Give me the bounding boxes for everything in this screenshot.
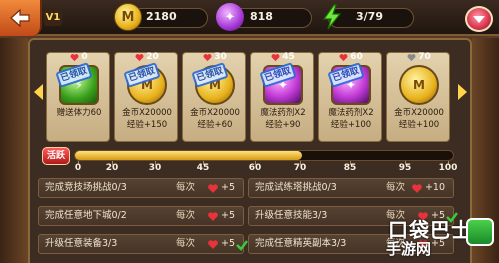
dropdown-menu-button[interactable] [465, 6, 493, 32]
scroll-left-icon[interactable] [34, 84, 43, 100]
reward-card[interactable]: 30 M 已领取 金币X20000 经验+60 [182, 52, 246, 142]
activity-progress-bar [74, 150, 454, 161]
reward-description: 魔法药剂X2 经验+100 [319, 107, 383, 131]
reward-cost-value: 0 [81, 52, 88, 62]
progress-tick-label: 100 [438, 163, 458, 173]
reward-line2: 经验+60 [197, 120, 233, 130]
scroll-right-icon[interactable] [458, 84, 467, 100]
heart-icon [203, 53, 212, 62]
task-name: 升级任意装备3/3 [45, 238, 118, 249]
reward-card[interactable]: 70 M 金币X20000 经验+100 [386, 52, 450, 142]
progress-tick-label: 20 [105, 163, 119, 173]
reward-line1: 金币X20000 [190, 108, 240, 118]
task-reward-value: +5 [220, 210, 235, 221]
reward-cost: 20 [115, 51, 179, 63]
task-name: 完成试练塔挑战0/3 [255, 182, 337, 193]
task-reward: +10 [411, 179, 445, 197]
reward-description: 金币X20000 经验+60 [183, 107, 247, 131]
reward-card[interactable]: 20 M 已领取 金币X20000 经验+150 [114, 52, 178, 142]
task-reward: +5 [207, 235, 235, 253]
gold-value: 2180 [146, 10, 177, 23]
reward-cost-value: 30 [214, 52, 227, 62]
task-name: 完成任意精英副本3/3 [255, 238, 347, 249]
task-every: 每次 [175, 238, 195, 249]
reward-line1: 赠送体力60 [56, 108, 102, 118]
reward-line1: 金币X20000 [394, 108, 444, 118]
site-watermark: 口袋巴士 手游网 [382, 214, 496, 260]
gold-coin-icon: M [114, 3, 142, 31]
check-icon [236, 240, 248, 251]
reward-line2: 经验+100 [398, 120, 440, 130]
reward-description: 魔法药剂X2 经验+90 [251, 107, 315, 131]
heart-icon [411, 183, 423, 194]
task-row[interactable]: 完成任意地下城0/2 每次 +5 [38, 206, 244, 226]
heart-icon [207, 211, 219, 222]
reward-line1: 金币X20000 [122, 108, 172, 118]
energy-bolt-icon [318, 3, 346, 31]
reward-card[interactable]: 60 ✦ 已领取 魔法药剂X2 经验+100 [318, 52, 382, 142]
vip-level: V1 [44, 10, 62, 26]
reward-cost: 0 [47, 51, 111, 63]
reward-cost: 30 [183, 51, 247, 63]
task-reward-value: +5 [220, 238, 235, 249]
heart-gray-icon [407, 53, 416, 62]
reward-description: 金币X20000 经验+150 [115, 107, 179, 131]
progress-tick-label: 30 [148, 163, 162, 173]
activity-badge: 活跃 [42, 147, 70, 165]
task-name: 完成任意地下城0/2 [45, 210, 127, 221]
activity-progress-fill [75, 151, 302, 160]
back-arrow-icon [10, 8, 30, 28]
task-reward-value: +5 [220, 182, 235, 193]
heart-icon [339, 53, 348, 62]
reward-cost-value: 20 [146, 52, 159, 62]
heart-icon [135, 53, 144, 62]
task-every: 每次 [385, 182, 405, 193]
potion-value: 818 [250, 10, 273, 23]
task-every: 每次 [175, 182, 195, 193]
heart-icon [207, 239, 219, 250]
heart-icon [207, 183, 219, 194]
task-row[interactable]: 完成竞技场挑战0/3 每次 +5 [38, 178, 244, 198]
reward-cost-value: 70 [418, 52, 431, 62]
reward-description: 金币X20000 经验+100 [387, 107, 451, 131]
back-button[interactable] [0, 0, 42, 36]
task-reward: +5 [207, 207, 235, 225]
magic-potion-icon: ✦ [216, 3, 244, 31]
chevron-down-icon [473, 15, 485, 23]
task-reward: +5 [207, 179, 235, 197]
gold-reward-icon: M [399, 65, 439, 105]
watermark-logo-icon [466, 218, 494, 246]
reward-line2: 经验+100 [330, 120, 372, 130]
reward-description: 赠送体力60 [47, 107, 111, 119]
progress-tick-label: 0 [74, 163, 82, 173]
reward-cost-value: 45 [282, 52, 295, 62]
reward-cost-value: 60 [350, 52, 363, 62]
top-bar: V1 M 2180 ✦ 818 3/79 [0, 0, 499, 36]
left-frame [0, 38, 28, 263]
heart-icon [70, 53, 79, 62]
reward-cost: 45 [251, 51, 315, 63]
task-row[interactable]: 升级任意装备3/3 每次 +5 [38, 234, 248, 254]
reward-card[interactable]: 45 ✦ 已领取 魔法药剂X2 经验+90 [250, 52, 314, 142]
reward-line2: 经验+150 [126, 120, 168, 130]
reward-cost: 60 [319, 51, 383, 63]
reward-line2: 经验+90 [265, 120, 301, 130]
task-row[interactable]: 完成试练塔挑战0/3 每次 +10 [248, 178, 454, 198]
energy-value: 3/79 [356, 10, 383, 23]
heart-icon [271, 53, 280, 62]
task-name: 完成竞技场挑战0/3 [45, 182, 127, 193]
progress-tick-label: 60 [248, 163, 262, 173]
progress-tick-label: 45 [196, 163, 210, 173]
task-every: 每次 [175, 210, 195, 221]
reward-cost: 70 [387, 51, 451, 63]
progress-tick-label: 70 [293, 163, 307, 173]
watermark-line2: 手游网 [386, 240, 432, 258]
task-reward-value: +10 [424, 182, 445, 193]
reward-card[interactable]: 0 ⚡ 已领取 赠送体力60 [46, 52, 110, 142]
reward-line1: 魔法药剂X2 [328, 108, 374, 118]
progress-tick-label: 95 [398, 163, 412, 173]
task-name: 升级任意技能3/3 [255, 210, 328, 221]
progress-tick-label: 85 [343, 163, 357, 173]
reward-line1: 魔法药剂X2 [260, 108, 306, 118]
